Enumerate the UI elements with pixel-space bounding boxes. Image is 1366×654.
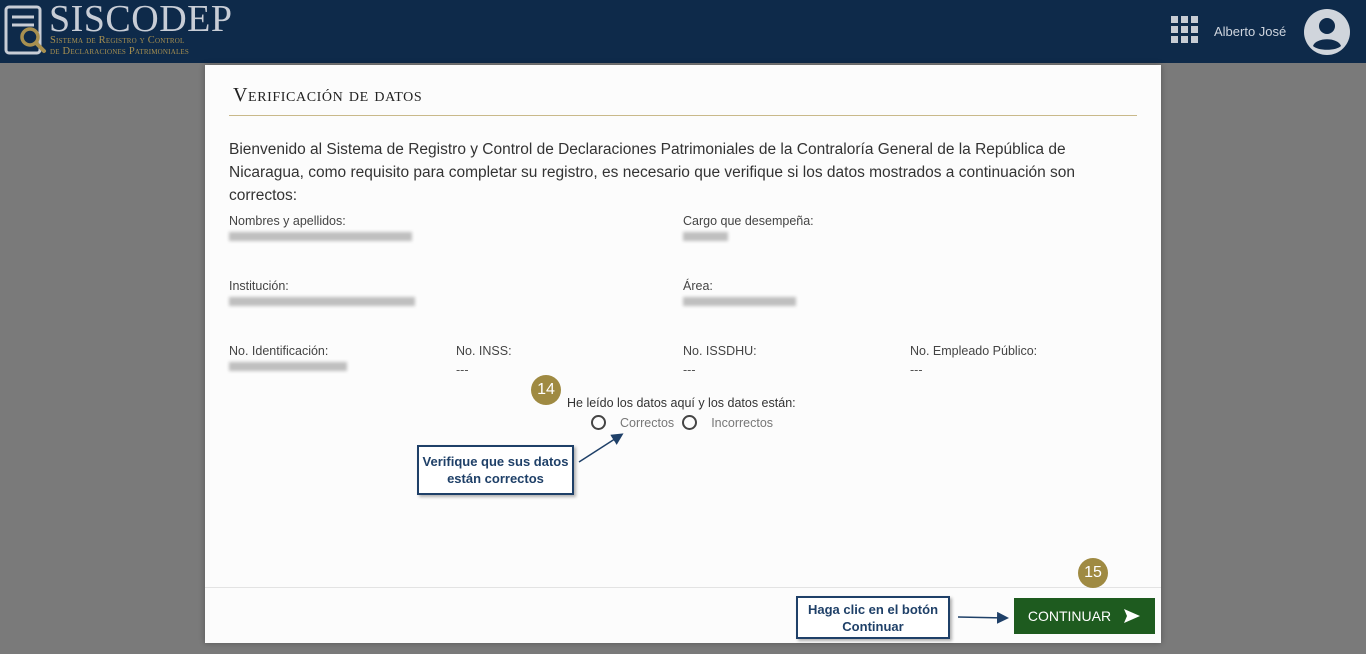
redacted-value xyxy=(229,232,412,241)
field-value: --- xyxy=(456,363,469,377)
radio-incorrectos[interactable] xyxy=(682,415,698,431)
redacted-value xyxy=(229,297,415,306)
redacted-value xyxy=(229,362,347,371)
top-bar: SISCODEP Sistema de Registro y Control d… xyxy=(0,0,1366,63)
callout-continue: Haga clic en el botón Continuar xyxy=(796,596,950,639)
redacted-value xyxy=(683,232,728,241)
footer-divider xyxy=(205,587,1161,588)
field-institucion: Institución: xyxy=(229,279,415,309)
modal-title: Verificación de datos xyxy=(233,84,423,106)
field-label: No. Identificación: xyxy=(229,344,329,358)
intro-text: Bienvenido al Sistema de Registro y Cont… xyxy=(229,141,1076,204)
field-identificacion: No. Identificación: xyxy=(229,344,347,374)
verification-modal: Verificación de datos Bienvenido al Sist… xyxy=(205,65,1161,643)
field-label: Nombres y apellidos: xyxy=(229,214,346,228)
apps-grid-icon[interactable] xyxy=(1171,16,1199,44)
siscodep-logo[interactable]: SISCODEP Sistema de Registro y Control d… xyxy=(0,0,240,62)
field-nombres: Nombres y apellidos: xyxy=(229,214,412,244)
verification-question: He leído los datos aquí y los datos está… xyxy=(567,396,796,410)
field-empleado: No. Empleado Público: --- xyxy=(910,344,1037,377)
arrow-to-correctos xyxy=(578,433,624,463)
logo-title: SISCODEP xyxy=(49,0,233,40)
document-search-icon xyxy=(4,5,46,55)
radio-correctos[interactable] xyxy=(591,415,606,431)
logo-subtitle-line-2: de Declaraciones Patrimoniales xyxy=(50,46,190,57)
field-label: Cargo que desempeña: xyxy=(683,214,814,228)
field-inss: No. INSS: --- xyxy=(456,344,512,377)
user-avatar-icon[interactable] xyxy=(1303,8,1351,56)
title-divider xyxy=(229,115,1137,116)
user-name[interactable]: Alberto José xyxy=(1214,24,1286,39)
field-label: No. ISSDHU: xyxy=(683,344,757,358)
radio-label-correctos[interactable]: Correctos xyxy=(620,416,674,430)
field-area: Área: xyxy=(683,279,796,309)
field-label: No. INSS: xyxy=(456,344,512,358)
radio-label-incorrectos[interactable]: Incorrectos xyxy=(711,416,773,430)
field-label: Institución: xyxy=(229,279,289,293)
callout-verify: Verifique que sus datos están correctos xyxy=(417,445,574,495)
field-value: --- xyxy=(910,363,923,377)
step-badge-14: 14 xyxy=(531,375,561,405)
field-issdhu: No. ISSDHU: --- xyxy=(683,344,757,377)
continue-button[interactable]: CONTINUAR xyxy=(1014,598,1155,634)
field-value: --- xyxy=(683,363,696,377)
send-icon xyxy=(1124,609,1141,623)
step-badge-15: 15 xyxy=(1078,558,1108,588)
continue-button-label: CONTINUAR xyxy=(1027,608,1112,624)
logo-subtitle: Sistema de Registro y Control de Declara… xyxy=(50,35,189,57)
verification-options: Correctos Incorrectos xyxy=(591,415,781,431)
field-label: Área: xyxy=(683,279,713,293)
arrow-to-continue xyxy=(957,611,1009,624)
redacted-value xyxy=(683,297,796,306)
field-label: No. Empleado Público: xyxy=(910,344,1038,358)
field-cargo: Cargo que desempeña: xyxy=(683,214,814,244)
logo-subtitle-line-1: Sistema de Registro y Control xyxy=(50,35,185,46)
